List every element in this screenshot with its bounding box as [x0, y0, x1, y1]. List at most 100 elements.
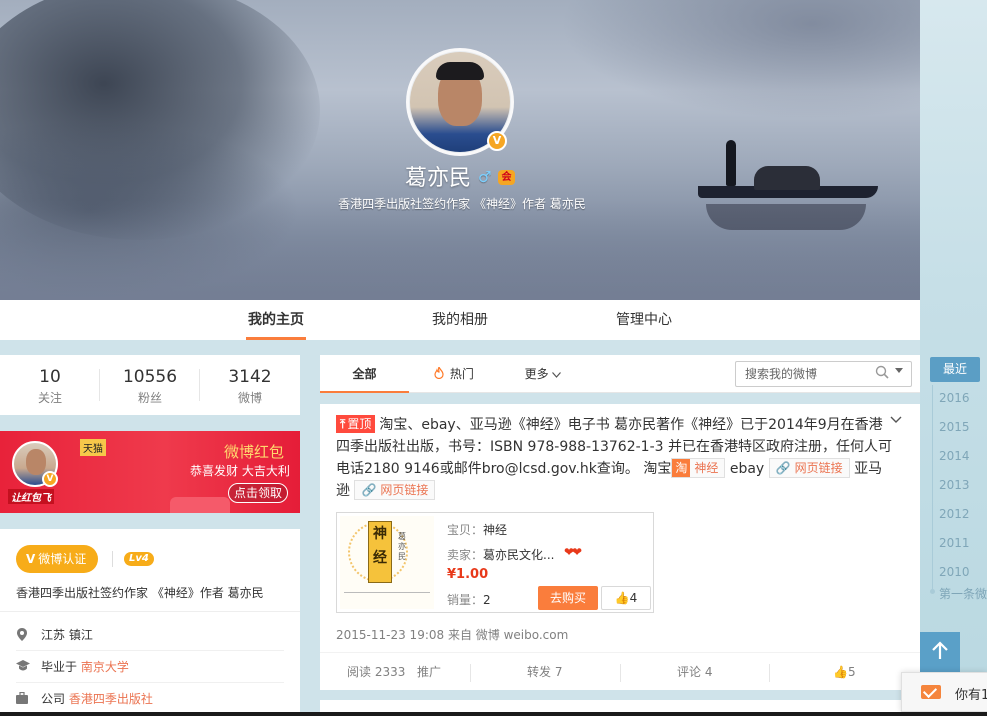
profile-info-card: V 微博认证 Lv4 香港四季出版社签约作家 《神经》作者 葛亦民 江苏 镇江 毕… [0, 529, 300, 716]
feed-filter-bar: 全部 热门 更多 [320, 355, 920, 393]
tab-my-album[interactable]: 我的相册 [432, 300, 488, 340]
boatman [726, 140, 736, 186]
feed-tab-more-label: 更多 [524, 367, 549, 381]
seller-key: 卖家： [447, 548, 484, 562]
buy-button[interactable]: 去购买 [538, 586, 598, 610]
ebay-text: ebay [729, 461, 765, 477]
divider [0, 611, 300, 612]
profile-description: 香港四季出版社签约作家 《神经》作者 葛亦民 [338, 197, 586, 211]
divider [470, 664, 471, 682]
product-name[interactable]: 神经 [483, 523, 507, 537]
fire-icon [434, 365, 448, 381]
cover-base-line [344, 592, 430, 602]
stat-followers[interactable]: 10556 粉丝 [100, 355, 200, 415]
timeline-line [932, 385, 933, 591]
product-name-row: 宝贝：神经 [447, 521, 507, 538]
timeline-first-post[interactable]: 第一条微博 [939, 585, 987, 602]
feed-tab-all[interactable]: 全部 [320, 355, 409, 393]
location-pin-icon [16, 628, 28, 641]
school-link[interactable]: 南京大学 [81, 660, 129, 674]
verified-description: 香港四季出版社签约作家 《神经》作者 葛亦民 [16, 586, 264, 600]
company-prefix: 公司 [41, 692, 66, 706]
like-button[interactable]: 👍5 [833, 653, 856, 691]
post-timestamp-source[interactable]: 2015-11-23 19:08 来自 微博 weibo.com [336, 626, 568, 643]
member-icon[interactable]: 会 [498, 170, 515, 185]
tab-management-center[interactable]: 管理中心 [616, 300, 672, 340]
web-link-label: 网页链接 [794, 461, 843, 475]
feed-tab-hot-label: 热门 [449, 367, 474, 381]
sales-key: 销量： [447, 593, 484, 607]
boat-reflection [706, 204, 866, 230]
weibo-verified-button[interactable]: V 微博认证 [16, 545, 99, 573]
web-link-ebay[interactable]: 🔗 网页链接 [768, 458, 850, 478]
timeline-year[interactable]: 2012 [939, 507, 970, 521]
red-packet-title: 微博红包 [224, 443, 285, 461]
divider [112, 551, 113, 567]
pinned-post: ⤒ 置顶 淘宝、ebay、亚马逊《神经》电子书 葛亦民著作《神经》已于2014年9月… [320, 404, 920, 690]
feed-tab-more[interactable]: 更多 [518, 355, 568, 393]
feed-tab-hot[interactable]: 热门 [424, 355, 484, 393]
timeline-year[interactable]: 2016 [939, 391, 970, 405]
message-notification-bar[interactable]: 你有1 [901, 672, 987, 712]
seller-name[interactable]: 葛亦民文化... [483, 548, 554, 562]
company-link[interactable]: 香港四季出版社 [69, 692, 153, 706]
promote-button[interactable]: 推广 [417, 653, 441, 691]
back-to-top-button[interactable] [920, 632, 960, 672]
timeline-year[interactable]: 2010 [939, 565, 970, 579]
divider [769, 664, 770, 682]
red-packet-slogan: 让红包飞 [8, 489, 54, 504]
search-icon[interactable] [875, 365, 889, 383]
product-card[interactable]: 神经 葛亦民 宝贝：神经 卖家：葛亦民文化... ❤❤ ¥1.00 销量：2 去… [336, 512, 654, 613]
pin-arrow-icon: ⤒ [340, 417, 346, 431]
pinned-label: 置顶 [347, 417, 372, 431]
timeline-year[interactable]: 2013 [939, 478, 970, 492]
profile-nav: 我的主页 我的相册 管理中心 [0, 300, 920, 340]
red-packet-verified-icon: V [42, 471, 58, 487]
stat-following-count: 10 [39, 367, 61, 387]
timeline-year[interactable]: 2011 [939, 536, 970, 550]
thumbs-up-icon: 👍 [614, 591, 630, 605]
book-cover-image[interactable]: 神经 葛亦民 [340, 516, 434, 609]
red-packet-banner[interactable]: V 让红包飞 天猫 微博红包 恭喜发财 大吉大利 点击领取 [0, 431, 300, 513]
taobao-tag-link[interactable]: 淘神经 [671, 458, 726, 478]
like-count: 5 [847, 665, 856, 679]
timeline-recent[interactable]: 最近 [930, 357, 980, 382]
pinned-badge: ⤒ 置顶 [336, 415, 376, 433]
stat-following[interactable]: 10 关注 [0, 355, 100, 415]
claim-red-packet-button[interactable]: 点击领取 [228, 483, 288, 503]
taobao-icon: 淘 [672, 459, 691, 477]
timeline-year[interactable]: 2015 [939, 420, 970, 434]
timeline-dot [930, 589, 935, 594]
stat-following-label: 关注 [37, 391, 62, 405]
education-text: 毕业于 南京大学 [41, 658, 129, 675]
year-timeline: 最近 2016 2015 2014 2013 2012 2011 2010 第一… [930, 357, 987, 602]
product-price: ¥1.00 [447, 567, 489, 582]
product-like-button[interactable]: 👍4 [601, 586, 651, 610]
timeline-year[interactable]: 2014 [939, 449, 970, 463]
level-badge[interactable]: Lv4 [124, 552, 154, 566]
tab-my-home[interactable]: 我的主页 [246, 300, 306, 340]
stat-followers-count: 10556 [122, 367, 178, 387]
divider [620, 664, 621, 682]
forward-button[interactable]: 转发 7 [527, 653, 562, 691]
message-notification-text: 你有1 [955, 688, 987, 703]
taobao-tag-label: 神经 [694, 461, 719, 475]
product-name-key: 宝贝： [447, 523, 484, 537]
verified-badge-icon[interactable]: V [487, 131, 507, 151]
comment-button[interactable]: 评论 4 [677, 653, 712, 691]
boat-cabin [754, 166, 820, 190]
briefcase-icon [16, 691, 28, 704]
sales-count: 2 [483, 593, 491, 607]
location-text: 江苏 镇江 [41, 628, 93, 642]
graduation-cap-icon [16, 660, 30, 672]
search-dropdown-icon[interactable] [895, 368, 903, 373]
stat-posts-label: 微博 [237, 391, 262, 405]
divider [16, 682, 284, 683]
feed-search-input[interactable] [736, 362, 871, 386]
link-icon: 🔗 [775, 461, 791, 475]
post-action-bar: 阅读 2333 推广 转发 7 评论 4 👍5 [320, 652, 920, 690]
stat-posts[interactable]: 3142 微博 [200, 355, 300, 415]
web-link-amazon[interactable]: 🔗 网页链接 [354, 480, 436, 500]
web-link-label: 网页链接 [380, 483, 429, 497]
chevron-down-icon [552, 367, 562, 381]
